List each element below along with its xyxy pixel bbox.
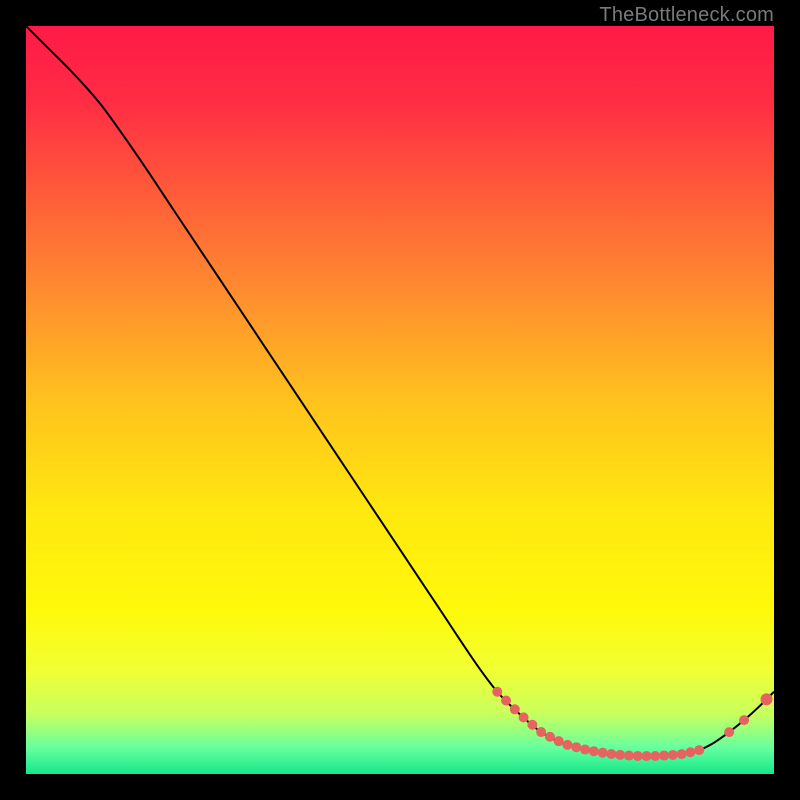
data-point — [615, 750, 625, 760]
data-point — [501, 696, 511, 706]
data-point — [624, 751, 634, 761]
data-point — [589, 746, 599, 756]
data-point — [527, 720, 537, 730]
data-point — [492, 687, 502, 697]
data-point — [642, 751, 652, 761]
data-point — [562, 740, 572, 750]
watermark-text: TheBottleneck.com — [599, 4, 774, 27]
data-point — [536, 727, 546, 737]
data-point — [598, 748, 608, 758]
data-point — [761, 693, 773, 705]
data-point — [677, 749, 687, 759]
data-point — [633, 751, 643, 761]
data-point — [668, 750, 678, 760]
data-point — [571, 742, 581, 752]
data-point — [554, 736, 564, 746]
data-point — [580, 745, 590, 755]
chart-frame: TheBottleneck.com — [0, 0, 800, 800]
data-point — [519, 712, 529, 722]
data-point — [694, 745, 704, 755]
data-point — [606, 749, 616, 759]
data-point — [739, 715, 749, 725]
data-point — [659, 751, 669, 761]
data-point — [510, 704, 520, 714]
bottleneck-chart — [26, 26, 774, 774]
data-point — [724, 727, 734, 737]
data-point — [650, 751, 660, 761]
gradient-background — [26, 26, 774, 774]
data-point — [545, 732, 555, 742]
data-point — [685, 747, 695, 757]
